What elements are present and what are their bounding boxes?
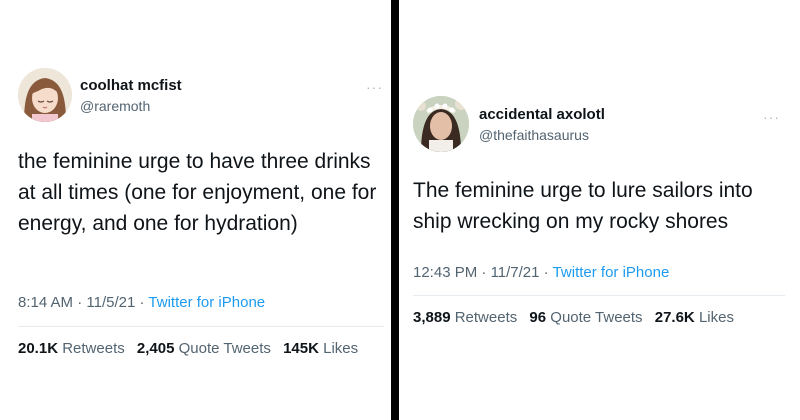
likes-label: Likes [698, 309, 734, 326]
tweet-time[interactable]: 8:14 AM [18, 294, 73, 311]
retweets-label: Retweets [454, 309, 518, 326]
quote-tweets-count: 96 [529, 309, 547, 326]
tweet-card-right[interactable]: accidental axolotl @thefaithasaurus ··· … [399, 0, 800, 420]
meta-separator: · [481, 264, 491, 281]
engagement-stats: 3,889 Retweets 96 Quote Tweets 27.6K Lik… [413, 309, 742, 326]
retweets-count: 20.1K [18, 340, 59, 357]
tweet-meta: 8:14 AM · 11/5/21 · Twitter for iPhone [18, 294, 265, 311]
engagement-stats: 20.1K Retweets 2,405 Quote Tweets 145K L… [18, 340, 366, 357]
quote-tweets-label: Quote Tweets [178, 340, 271, 357]
display-name[interactable]: coolhat mcfist [80, 77, 182, 94]
divider-line [413, 295, 785, 296]
tweet-source-link[interactable]: Twitter for iPhone [553, 264, 670, 281]
handle[interactable]: @thefaithasaurus [479, 127, 589, 143]
avatar[interactable] [413, 96, 469, 152]
tweet-text: The feminine urge to lure sailors into s… [413, 179, 753, 233]
avatar-illustration-icon [18, 68, 72, 122]
meta-separator: · [543, 264, 553, 281]
likes-stat[interactable]: 27.6K Likes [655, 309, 734, 326]
quote-tweets-stat[interactable]: 2,405 Quote Tweets [137, 340, 271, 357]
retweets-count: 3,889 [413, 309, 451, 326]
tweet-card-left[interactable]: coolhat mcfist @raremoth ··· the feminin… [0, 0, 391, 420]
likes-count: 145K [283, 340, 319, 357]
tweet-date[interactable]: 11/5/21 [86, 294, 135, 311]
likes-stat[interactable]: 145K Likes [283, 340, 358, 357]
retweets-label: Retweets [62, 340, 125, 357]
more-options-icon[interactable]: ··· [763, 110, 780, 124]
more-options-icon[interactable]: ··· [366, 80, 383, 94]
retweets-stat[interactable]: 20.1K Retweets [18, 340, 125, 357]
panel-divider [391, 0, 399, 420]
handle[interactable]: @raremoth [80, 98, 150, 114]
tweet-source-link[interactable]: Twitter for iPhone [148, 294, 265, 311]
meta-separator: · [77, 294, 87, 311]
tweet-date[interactable]: 11/7/21 [491, 264, 540, 281]
avatar[interactable] [18, 68, 72, 122]
quote-tweets-count: 2,405 [136, 340, 175, 357]
likes-count: 27.6K [654, 309, 695, 326]
retweets-stat[interactable]: 3,889 Retweets [413, 309, 517, 326]
likes-label: Likes [323, 340, 359, 357]
tweet-text: the feminine urge to have three drinks a… [18, 150, 377, 235]
display-name[interactable]: accidental axolotl [479, 106, 605, 123]
quote-tweets-label: Quote Tweets [550, 309, 643, 326]
quote-tweets-stat[interactable]: 96 Quote Tweets [529, 309, 642, 326]
avatar-photo-icon [413, 96, 469, 152]
tweet-meta: 12:43 PM · 11/7/21 · Twitter for iPhone [413, 264, 669, 281]
tweet-time[interactable]: 12:43 PM [413, 264, 477, 281]
divider-line [18, 326, 384, 327]
